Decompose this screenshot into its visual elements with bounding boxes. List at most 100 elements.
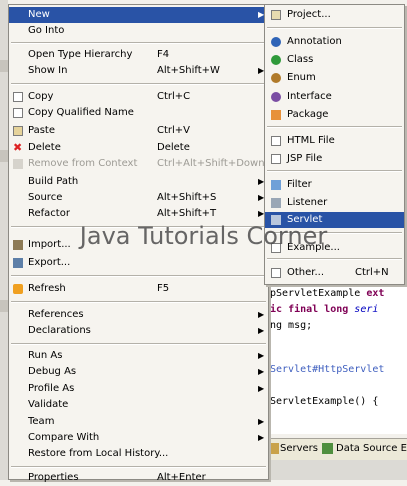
code-line: ServletExample() { bbox=[270, 396, 379, 407]
bottom-view-tabs: Servers Data Source Exp bbox=[268, 438, 407, 461]
left-panel-edge bbox=[0, 0, 8, 480]
menu-separator bbox=[267, 126, 402, 128]
context-menu: New ▶ Go Into Open Type Hierarchy F4 Sho… bbox=[8, 4, 269, 483]
new-submenu: Project... Annotation Class Enum Interfa… bbox=[264, 4, 405, 285]
project-icon bbox=[271, 10, 281, 20]
menu-item-export[interactable]: Export... bbox=[9, 255, 268, 271]
submenu-arrow-icon: ▶ bbox=[258, 367, 265, 376]
menu-item-label: Delete bbox=[28, 142, 61, 153]
menu-item-refresh[interactable]: Refresh F5 bbox=[9, 281, 268, 297]
menu-item-validate[interactable]: Validate bbox=[9, 397, 268, 413]
menu-item-label: Debug As bbox=[28, 366, 77, 377]
menu-item-label: Source bbox=[28, 192, 63, 203]
menu-item-label: Copy Qualified Name bbox=[28, 107, 134, 118]
code-comment: Servlet#HttpServlet bbox=[270, 364, 385, 375]
menu-separator bbox=[267, 232, 402, 234]
menu-item-new[interactable]: New ▶ bbox=[9, 7, 268, 23]
submenu-item-html-file[interactable]: HTML File bbox=[265, 133, 404, 149]
menu-separator bbox=[11, 343, 266, 345]
data-source-icon bbox=[322, 443, 333, 454]
menu-item-label: Open Type Hierarchy bbox=[28, 49, 133, 60]
menu-item-run-as[interactable]: Run As ▶ bbox=[9, 348, 268, 364]
submenu-item-other[interactable]: Other... Ctrl+N bbox=[265, 265, 404, 281]
menu-separator bbox=[11, 275, 266, 277]
menu-item-refactor[interactable]: Refactor Alt+Shift+T ▶ bbox=[9, 206, 268, 222]
menu-item-show-in[interactable]: Show In Alt+Shift+W ▶ bbox=[9, 63, 268, 79]
submenu-item-example[interactable]: Example... bbox=[265, 240, 404, 256]
submenu-item-interface[interactable]: Interface bbox=[265, 89, 404, 105]
submenu-item-label: Enum bbox=[287, 72, 316, 83]
menu-item-delete[interactable]: ✖ Delete Delete bbox=[9, 140, 268, 156]
annotation-icon bbox=[271, 37, 281, 47]
submenu-item-label: Listener bbox=[287, 197, 328, 208]
menu-item-references[interactable]: References ▶ bbox=[9, 307, 268, 323]
menu-item-debug-as[interactable]: Debug As ▶ bbox=[9, 364, 268, 380]
submenu-item-label: Class bbox=[287, 54, 314, 65]
menu-item-shortcut: Alt+Enter bbox=[157, 472, 206, 483]
submenu-item-annotation[interactable]: Annotation bbox=[265, 34, 404, 50]
submenu-arrow-icon: ▶ bbox=[258, 310, 265, 319]
menu-item-compare-with[interactable]: Compare With ▶ bbox=[9, 430, 268, 446]
submenu-item-jsp-file[interactable]: JSP File bbox=[265, 151, 404, 167]
import-icon bbox=[13, 240, 23, 250]
menu-item-label: Paste bbox=[28, 125, 55, 136]
submenu-item-filter[interactable]: Filter bbox=[265, 177, 404, 193]
menu-item-build-path[interactable]: Build Path ▶ bbox=[9, 174, 268, 190]
code-keyword: ic bbox=[270, 304, 289, 315]
menu-item-declarations[interactable]: Declarations ▶ bbox=[9, 323, 268, 339]
code-field: seri bbox=[354, 304, 379, 315]
submenu-item-project[interactable]: Project... bbox=[265, 7, 404, 23]
submenu-item-label: HTML File bbox=[287, 135, 335, 146]
code-keyword: ext bbox=[366, 288, 385, 299]
submenu-item-package[interactable]: Package bbox=[265, 107, 404, 123]
menu-item-import[interactable]: Import... bbox=[9, 237, 268, 253]
submenu-arrow-icon: ▶ bbox=[258, 384, 265, 393]
menu-item-copy-qualified-name[interactable]: Copy Qualified Name bbox=[9, 105, 268, 121]
menu-item-remove-from-context[interactable]: Remove from Context Ctrl+Alt+Shift+Down bbox=[9, 156, 268, 172]
copy-qualified-name-icon bbox=[13, 108, 23, 118]
menu-item-label: Copy bbox=[28, 91, 54, 102]
menu-item-paste[interactable]: Paste Ctrl+V bbox=[9, 123, 268, 139]
tab-servers[interactable]: Servers bbox=[280, 443, 318, 454]
submenu-item-enum[interactable]: Enum bbox=[265, 70, 404, 86]
listener-icon bbox=[271, 198, 281, 208]
code-editor[interactable]: pServletExample ext ic final long seri n… bbox=[270, 284, 407, 434]
submenu-item-servlet[interactable]: Servlet bbox=[265, 212, 404, 228]
menu-item-label: Build Path bbox=[28, 176, 79, 187]
menu-item-shortcut: F4 bbox=[157, 49, 170, 60]
filter-icon bbox=[271, 180, 281, 190]
submenu-item-label: Annotation bbox=[287, 36, 342, 47]
menu-item-open-type-hierarchy[interactable]: Open Type Hierarchy F4 bbox=[9, 47, 268, 63]
menu-separator bbox=[11, 42, 266, 44]
menu-item-label: Run As bbox=[28, 350, 63, 361]
menu-item-profile-as[interactable]: Profile As ▶ bbox=[9, 381, 268, 397]
menu-item-shortcut: Ctrl+C bbox=[157, 91, 191, 102]
submenu-arrow-icon: ▶ bbox=[258, 433, 265, 442]
menu-item-go-into[interactable]: Go Into bbox=[9, 23, 268, 39]
submenu-item-label: Other... bbox=[287, 267, 325, 278]
menu-separator bbox=[267, 170, 402, 172]
menu-item-properties[interactable]: Properties Alt+Enter bbox=[9, 470, 268, 486]
refresh-icon bbox=[13, 284, 23, 294]
menu-item-shortcut: Delete bbox=[157, 142, 190, 153]
menu-item-label: Team bbox=[28, 416, 55, 427]
tab-data-source-explorer[interactable]: Data Source Exp bbox=[336, 443, 407, 454]
menu-item-label: Import... bbox=[28, 239, 71, 250]
submenu-item-label: Example... bbox=[287, 242, 340, 253]
submenu-item-class[interactable]: Class bbox=[265, 52, 404, 68]
menu-item-label: Show In bbox=[28, 65, 68, 76]
menu-item-label: Compare With bbox=[28, 432, 100, 443]
menu-item-label: Refresh bbox=[28, 283, 66, 294]
servlet-icon bbox=[271, 215, 281, 225]
html-file-icon bbox=[271, 136, 281, 146]
menu-item-source[interactable]: Source Alt+Shift+S ▶ bbox=[9, 190, 268, 206]
submenu-item-label: JSP File bbox=[287, 153, 323, 164]
menu-item-shortcut: Ctrl+Alt+Shift+Down bbox=[157, 158, 265, 169]
menu-item-shortcut: Ctrl+V bbox=[157, 125, 191, 136]
submenu-item-listener[interactable]: Listener bbox=[265, 195, 404, 211]
submenu-item-label: Filter bbox=[287, 179, 312, 190]
submenu-item-label: Project... bbox=[287, 9, 331, 20]
menu-item-copy[interactable]: Copy Ctrl+C bbox=[9, 89, 268, 105]
menu-item-team[interactable]: Team ▶ bbox=[9, 414, 268, 430]
menu-item-restore-local-history[interactable]: Restore from Local History... bbox=[9, 446, 268, 462]
